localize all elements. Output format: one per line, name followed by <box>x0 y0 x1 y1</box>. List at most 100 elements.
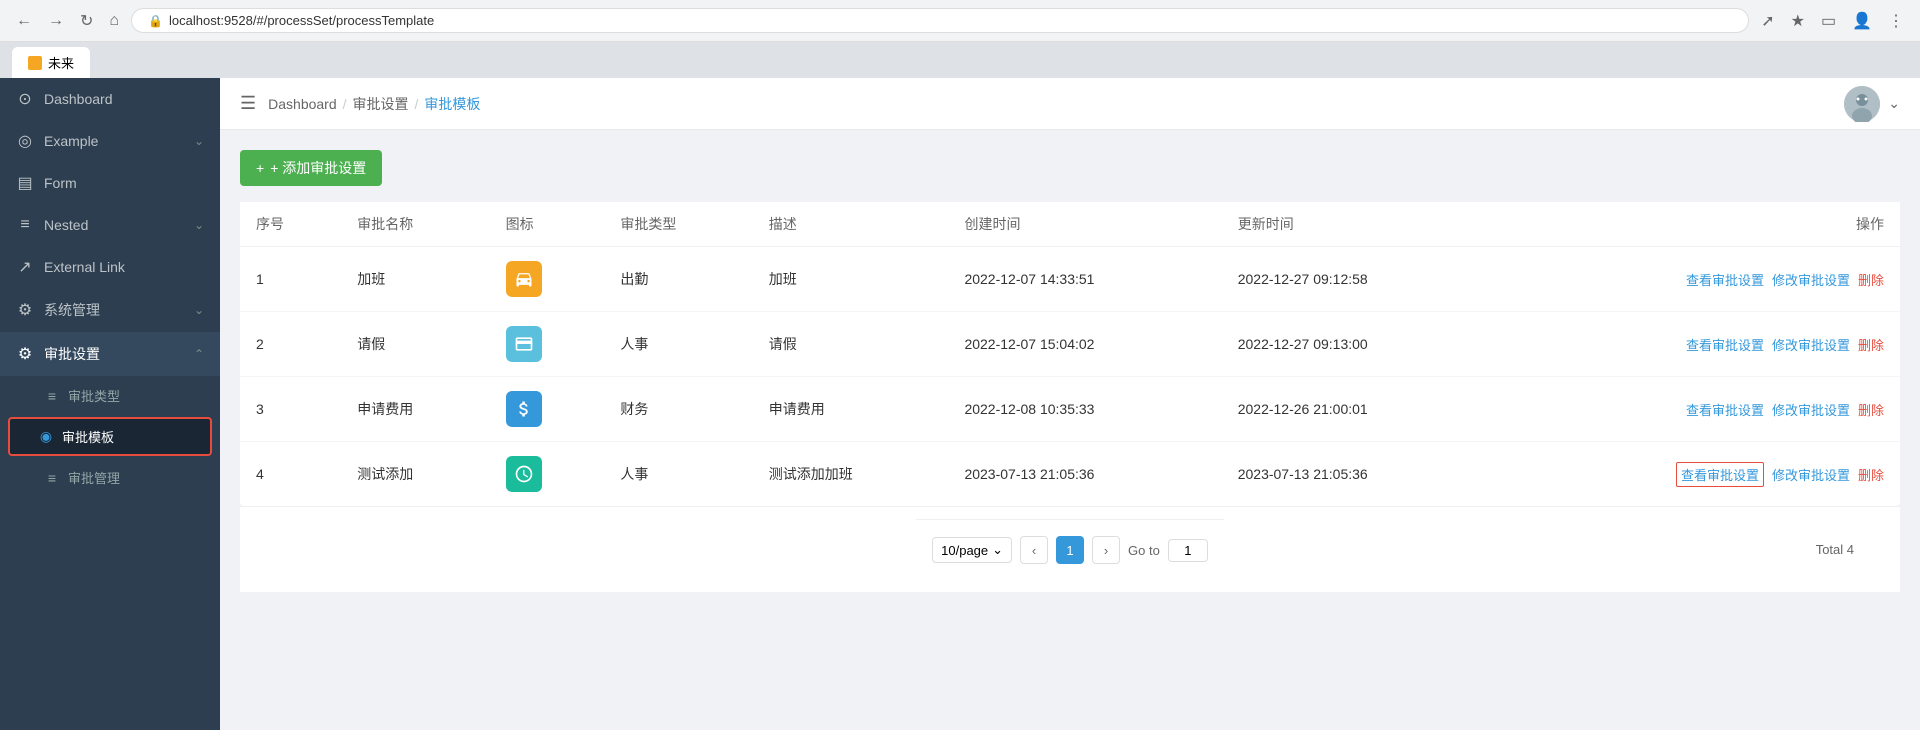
window-button[interactable]: ▭ <box>1817 9 1840 33</box>
action-cell: 查看审批设置 修改审批设置 删除 <box>1511 462 1884 487</box>
system-icon: ⚙ <box>16 301 34 319</box>
cell-icon <box>490 312 605 377</box>
col-type: 审批类型 <box>604 202 752 247</box>
page-size-select[interactable]: 10/page ⌄ <box>932 537 1012 563</box>
approval-arrow-icon: ⌃ <box>194 347 204 361</box>
sidebar-sub-approval-type[interactable]: ≡ 审批类型 <box>0 376 220 415</box>
cell-type: 财务 <box>604 377 752 442</box>
goto-label: Go to <box>1128 543 1160 558</box>
reload-button[interactable]: ↻ <box>76 9 97 33</box>
cell-created: 2023-07-13 21:05:36 <box>948 442 1221 507</box>
delete-approval-link[interactable]: 删除 <box>1858 335 1884 354</box>
topbar: ☰ Dashboard / 审批设置 / 审批模板 <box>220 78 1920 130</box>
edit-approval-link[interactable]: 修改审批设置 <box>1772 270 1850 289</box>
cell-icon <box>490 377 605 442</box>
sidebar-item-dashboard[interactable]: ⊙ Dashboard <box>0 78 220 120</box>
cell-type: 人事 <box>604 312 752 377</box>
action-cell: 查看审批设置 修改审批设置 删除 <box>1511 270 1884 289</box>
sidebar-item-nested[interactable]: ≡ Nested ⌄ <box>0 204 220 246</box>
prev-page-button[interactable]: ‹ <box>1020 536 1048 564</box>
cell-updated: 2023-07-13 21:05:36 <box>1222 442 1495 507</box>
edit-approval-link[interactable]: 修改审批设置 <box>1772 335 1850 354</box>
profile-button[interactable]: 👤 <box>1848 9 1876 33</box>
active-tab[interactable]: 未来 <box>12 47 90 78</box>
sidebar-label-form: Form <box>44 175 204 191</box>
pagination: 10/page ⌄ ‹ 1 › Go to <box>916 519 1224 580</box>
sidebar-item-approval[interactable]: ⚙ 审批设置 ⌃ <box>0 332 220 376</box>
sidebar: ⊙ Dashboard ◎ Example ⌄ ▤ Form ≡ Nested … <box>0 78 220 730</box>
cell-name: 申请费用 <box>341 377 489 442</box>
sidebar-sub-label-approval-template: 审批模板 <box>62 427 114 446</box>
system-arrow-icon: ⌄ <box>194 303 204 317</box>
sidebar-sub-approval-template[interactable]: ◉ 审批模板 <box>8 417 212 456</box>
cell-actions: 查看审批设置 修改审批设置 删除 <box>1495 442 1900 507</box>
sidebar-item-system[interactable]: ⚙ 系统管理 ⌄ <box>0 288 220 332</box>
breadcrumb-dashboard[interactable]: Dashboard <box>268 96 337 112</box>
dashboard-icon: ⊙ <box>16 90 34 108</box>
cell-created: 2022-12-07 14:33:51 <box>948 247 1221 312</box>
share-button[interactable]: ➚ <box>1757 9 1778 33</box>
col-updated: 更新时间 <box>1222 202 1495 247</box>
col-desc: 描述 <box>753 202 949 247</box>
url-secure-icon: 🔒 <box>148 14 163 28</box>
edit-approval-link[interactable]: 修改审批设置 <box>1772 465 1850 484</box>
sidebar-item-form[interactable]: ▤ Form <box>0 162 220 204</box>
tab-title: 未来 <box>48 53 74 72</box>
avatar-dropdown-icon[interactable]: ⌄ <box>1888 95 1900 112</box>
sidebar-item-example[interactable]: ◎ Example ⌄ <box>0 120 220 162</box>
cell-desc: 加班 <box>753 247 949 312</box>
breadcrumb-sep-1: / <box>343 96 347 112</box>
view-approval-link[interactable]: 查看审批设置 <box>1686 400 1764 419</box>
cell-actions: 查看审批设置 修改审批设置 删除 <box>1495 312 1900 377</box>
cell-desc: 测试添加加班 <box>753 442 949 507</box>
col-seq: 序号 <box>240 202 341 247</box>
forward-button[interactable]: → <box>44 10 68 32</box>
cell-seq: 4 <box>240 442 341 507</box>
sidebar-label-system: 系统管理 <box>44 300 184 320</box>
cell-desc: 申请费用 <box>753 377 949 442</box>
cell-seq: 1 <box>240 247 341 312</box>
page-size-arrow: ⌄ <box>992 542 1003 558</box>
add-approval-button[interactable]: + + 添加审批设置 <box>240 150 382 186</box>
page-size-value: 10/page <box>941 543 988 558</box>
menu-toggle-icon[interactable]: ☰ <box>240 93 256 114</box>
delete-approval-link[interactable]: 删除 <box>1858 465 1884 484</box>
example-icon: ◎ <box>16 132 34 150</box>
avatar-image <box>1844 86 1880 122</box>
back-button[interactable]: ← <box>12 10 36 32</box>
menu-button[interactable]: ⋮ <box>1884 9 1908 33</box>
avatar[interactable] <box>1844 86 1880 122</box>
next-page-button[interactable]: › <box>1092 536 1120 564</box>
view-approval-link[interactable]: 查看审批设置 <box>1686 335 1764 354</box>
app-container: ⊙ Dashboard ◎ Example ⌄ ▤ Form ≡ Nested … <box>0 78 1920 730</box>
view-approval-link[interactable]: 查看审批设置 <box>1676 462 1764 487</box>
form-icon: ▤ <box>16 174 34 192</box>
edit-approval-link[interactable]: 修改审批设置 <box>1772 400 1850 419</box>
tab-bar: 未来 <box>0 42 1920 78</box>
goto-input[interactable] <box>1168 539 1208 562</box>
breadcrumb-sep-2: / <box>415 96 419 112</box>
col-created: 创建时间 <box>948 202 1221 247</box>
approval-template-icon: ◉ <box>38 429 54 445</box>
sidebar-sub-label-approval-manage: 审批管理 <box>68 468 120 487</box>
delete-approval-link[interactable]: 删除 <box>1858 400 1884 419</box>
approval-table: 序号 审批名称 图标 审批类型 描述 创建时间 更新时间 操作 1 加班 <box>240 202 1900 506</box>
breadcrumb-approval-template[interactable]: 审批模板 <box>424 94 480 114</box>
sidebar-label-nested: Nested <box>44 217 184 233</box>
cell-type: 出勤 <box>604 247 752 312</box>
url-bar[interactable]: 🔒 localhost:9528/#/processSet/processTem… <box>131 8 1749 33</box>
nested-icon: ≡ <box>16 216 34 234</box>
cell-created: 2022-12-07 15:04:02 <box>948 312 1221 377</box>
sidebar-sub-approval-manage[interactable]: ≡ 审批管理 <box>0 458 220 497</box>
current-page-number[interactable]: 1 <box>1056 536 1084 564</box>
tab-favicon <box>28 56 42 70</box>
sidebar-item-external-link[interactable]: ↗ External Link <box>0 246 220 288</box>
sidebar-label-example: Example <box>44 133 184 149</box>
delete-approval-link[interactable]: 删除 <box>1858 270 1884 289</box>
home-button[interactable]: ⌂ <box>105 10 123 32</box>
breadcrumb-approval-settings[interactable]: 审批设置 <box>353 94 409 114</box>
cell-name: 加班 <box>341 247 489 312</box>
action-cell: 查看审批设置 修改审批设置 删除 <box>1511 335 1884 354</box>
view-approval-link[interactable]: 查看审批设置 <box>1686 270 1764 289</box>
bookmark-button[interactable]: ★ <box>1787 9 1809 33</box>
